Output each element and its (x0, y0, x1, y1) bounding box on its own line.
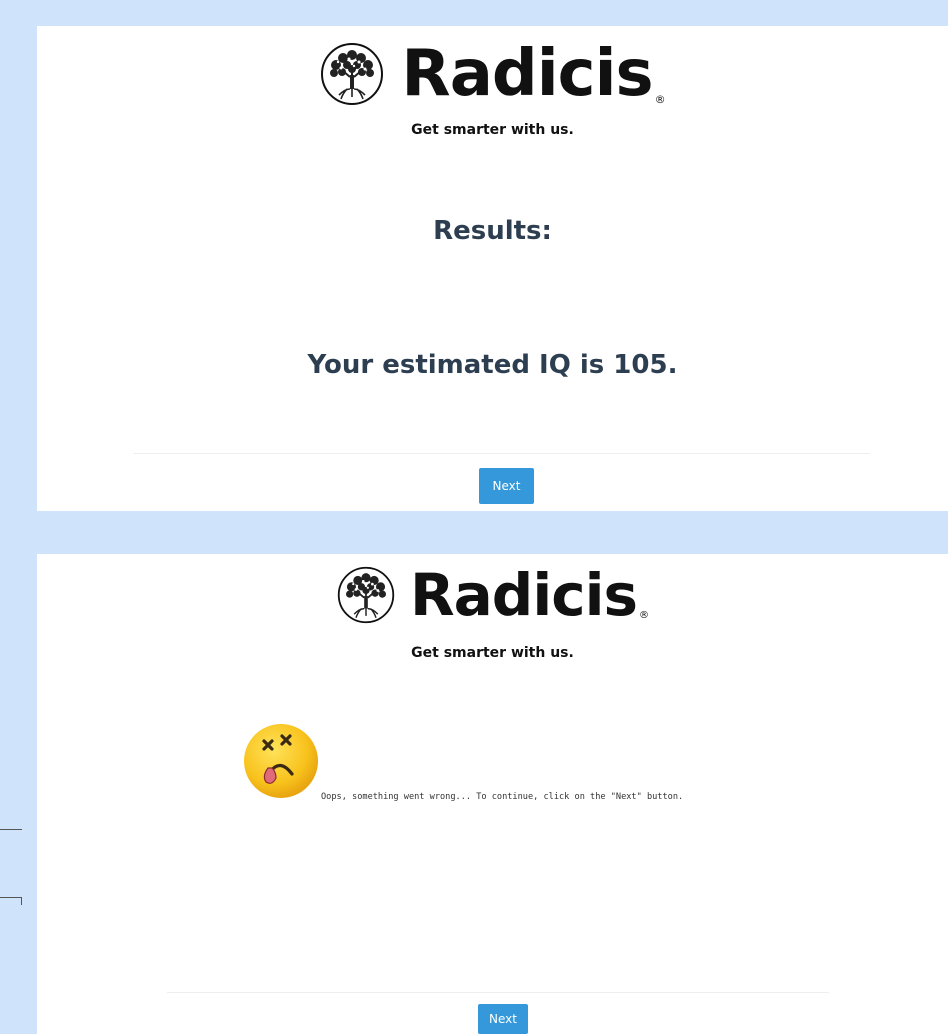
tagline: Get smarter with us. (411, 645, 574, 661)
iq-result: Your estimated IQ is 105. (307, 350, 678, 380)
registered-mark: ® (654, 93, 666, 106)
tagline: Get smarter with us. (411, 122, 574, 138)
next-button[interactable]: Next (478, 1004, 528, 1034)
tree-logo-icon (321, 43, 384, 105)
divider (167, 992, 829, 993)
brand-name: Radicis (410, 561, 638, 629)
results-panel: Radicis ® Get smarter with us. Results: … (37, 26, 948, 511)
brand-header: Radicis ® (37, 34, 948, 114)
results-heading: Results: (433, 216, 552, 246)
brand-name: Radicis (401, 37, 653, 111)
brand-header: Radicis ® (37, 562, 948, 628)
registered-mark: ® (638, 610, 649, 621)
error-message: Oops, something went wrong... To continu… (321, 792, 684, 802)
error-panel: Radicis ® Get smarter with us. Oops, som… (37, 554, 948, 1034)
next-button[interactable]: Next (479, 468, 534, 504)
left-edge-line (0, 829, 22, 830)
tree-logo-icon (337, 566, 395, 624)
left-edge-line (0, 897, 22, 898)
left-edge-tick (21, 897, 22, 905)
dizzy-face-emoji-icon (244, 724, 318, 798)
divider (133, 453, 870, 454)
